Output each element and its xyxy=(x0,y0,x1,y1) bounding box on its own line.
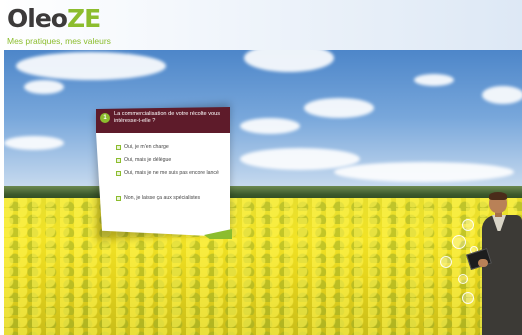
logo-tagline: Mes pratiques, mes valeurs xyxy=(7,36,111,46)
cloud xyxy=(334,162,514,182)
bubble-icon xyxy=(440,256,452,268)
cloud xyxy=(16,52,166,80)
header: OleoZE Mes pratiques, mes valeurs xyxy=(0,0,522,50)
farmer-hand xyxy=(478,259,488,267)
answer-label: Oui, je m'en charge xyxy=(124,144,169,150)
answer-option-2[interactable]: Oui, mais je délègue xyxy=(116,157,220,166)
question-card: 1 La commercialisation de votre récolte … xyxy=(96,107,232,239)
farmer-figure xyxy=(466,192,522,335)
question-header: 1 La commercialisation de votre récolte … xyxy=(96,107,230,133)
bubble-icon xyxy=(458,274,468,284)
checkbox-icon[interactable] xyxy=(116,145,121,150)
background-scene xyxy=(4,50,522,335)
cloud xyxy=(304,98,374,118)
cloud xyxy=(414,74,454,86)
checkbox-icon[interactable] xyxy=(116,158,121,163)
bubble-icon xyxy=(462,219,474,231)
answer-option-1[interactable]: Oui, je m'en charge xyxy=(116,144,220,153)
farmer-body xyxy=(482,215,522,335)
checkbox-icon[interactable] xyxy=(116,171,121,176)
cloud xyxy=(4,136,64,150)
logo: OleoZE xyxy=(7,4,101,33)
cloud xyxy=(482,86,522,104)
checkbox-icon[interactable] xyxy=(116,196,121,201)
cloud xyxy=(24,80,64,94)
question-text: La commercialisation de votre récolte vo… xyxy=(114,111,221,124)
answer-label: Oui, mais je délègue xyxy=(124,157,172,163)
logo-main: Oleo xyxy=(7,4,68,33)
app-frame: OleoZE Mes pratiques, mes valeurs 1 La c… xyxy=(0,0,522,335)
answer-option-4[interactable]: Non, je laisse ça aux spécialistes xyxy=(116,195,220,204)
bubble-icon xyxy=(452,235,466,249)
cloud xyxy=(240,118,300,134)
answer-label: Non, je laisse ça aux spécialistes xyxy=(124,195,201,201)
logo-accent: ZE xyxy=(66,4,101,33)
farmer-hair xyxy=(489,192,507,200)
question-number: 1 xyxy=(100,113,110,123)
answer-option-3[interactable]: Oui, mais je ne me suis pas encore lancé xyxy=(116,170,220,179)
bubble-icon xyxy=(462,292,474,304)
answer-label: Oui, mais je ne me suis pas encore lancé xyxy=(124,170,219,176)
